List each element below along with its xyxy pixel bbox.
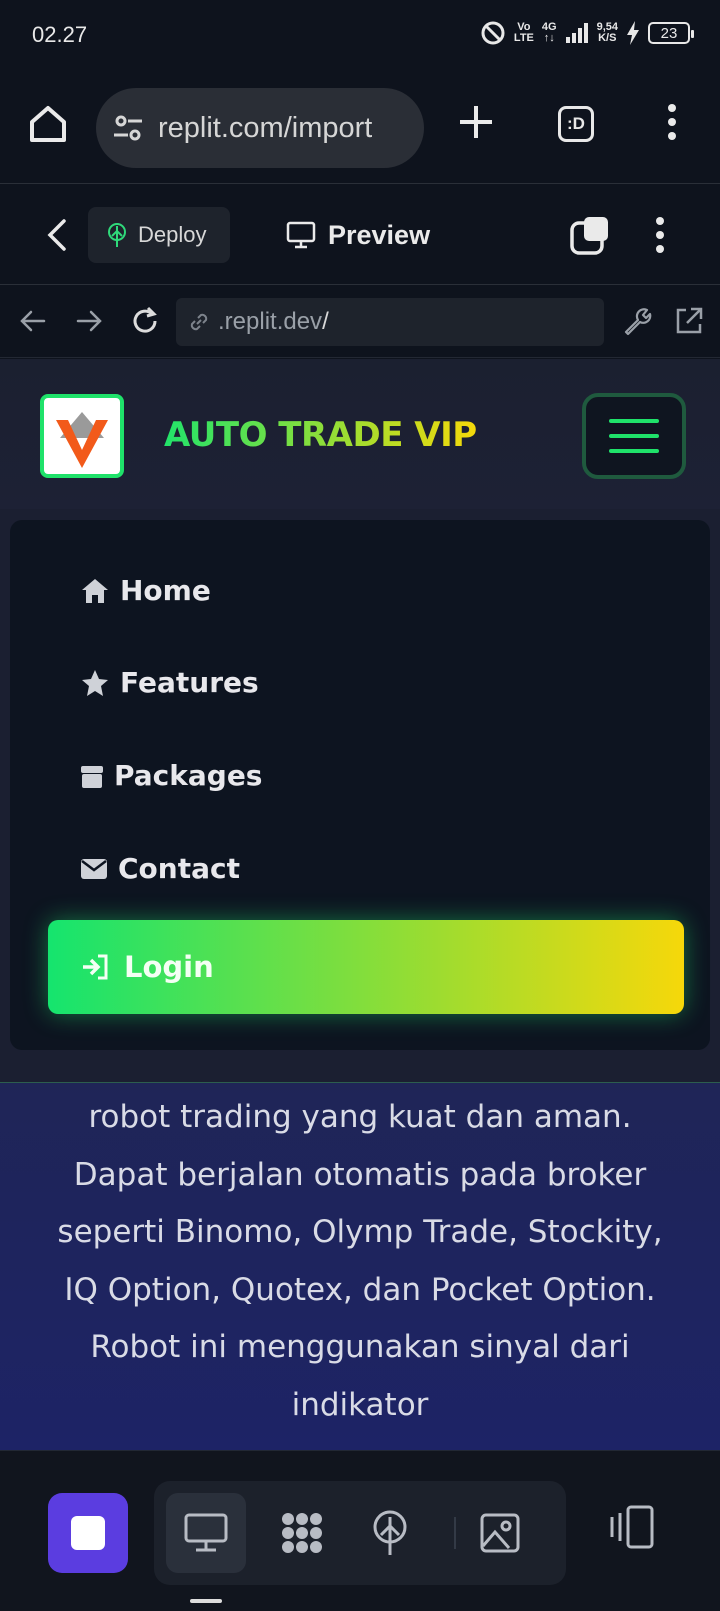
status-bar: 02.27 Vo LTE 4G ↑↓ 9,54 K/S 23 (0, 0, 720, 72)
network-speed: 9,54 K/S (596, 21, 618, 44)
login-label: Login (124, 950, 214, 984)
webview-address-field[interactable]: .replit.dev/ (176, 298, 604, 346)
home-icon[interactable] (26, 102, 70, 146)
volte-indicator: Vo LTE (513, 21, 534, 44)
battery-icon: 23 (648, 22, 694, 44)
hero-section: robot trading yang kuat dan aman. Dapat … (0, 1082, 720, 1450)
nav-item-features[interactable]: Features (80, 666, 259, 699)
chevron-left-icon[interactable] (42, 215, 72, 255)
tool-agent[interactable] (262, 1493, 342, 1573)
browser-toolbar: replit.com/import :D (0, 72, 720, 184)
tool-separator (454, 1517, 456, 1549)
arrow-left-icon[interactable] (16, 304, 50, 338)
preview-label: Preview (328, 219, 431, 250)
envelope-icon (81, 858, 107, 879)
signal-icon (565, 23, 588, 43)
wrench-icon[interactable] (620, 304, 654, 338)
new-window-icon[interactable] (570, 215, 610, 255)
site-settings-icon[interactable] (112, 112, 144, 144)
status-time: 02.27 (32, 22, 88, 47)
nav-label-packages: Packages (114, 759, 263, 792)
sign-in-icon (83, 954, 108, 980)
star-icon (82, 669, 108, 696)
site-header: AUTO TRADE VIP (0, 359, 720, 509)
mobile-nav-menu: Home Features Packages Contact Login (10, 520, 710, 1050)
status-icons: Vo LTE 4G ↑↓ 9,54 K/S 23 (480, 20, 694, 46)
nav-label-features: Features (120, 666, 259, 699)
stop-icon (71, 1516, 105, 1550)
login-button[interactable]: Login (48, 920, 684, 1014)
nav-item-contact[interactable]: Contact (80, 852, 240, 885)
stop-button[interactable] (48, 1493, 128, 1573)
site-logo[interactable] (40, 394, 124, 478)
monitor-icon (184, 1513, 228, 1552)
nav-label-contact: Contact (118, 852, 240, 885)
tool-images[interactable] (460, 1493, 540, 1573)
replit-toolbar: Deploy Preview (0, 185, 720, 285)
nav-item-packages[interactable]: Packages (80, 759, 262, 792)
replit-more-icon[interactable] (650, 213, 670, 257)
charging-icon (627, 21, 639, 45)
image-icon (480, 1513, 520, 1553)
arrow-right-icon[interactable] (72, 304, 106, 338)
webview-address-text: .replit.dev/ (218, 308, 329, 335)
replit-bottom-bar (0, 1450, 720, 1611)
tool-preview[interactable] (166, 1493, 246, 1573)
nav-item-home[interactable]: Home (80, 574, 211, 607)
url-bar[interactable]: replit.com/import (96, 88, 424, 168)
reload-icon[interactable] (128, 304, 162, 338)
tab-switcher-button[interactable]: :D (558, 106, 594, 142)
network-type: 4G ↑↓ (541, 21, 557, 44)
gesture-bar (190, 1599, 222, 1603)
deploy-icon (108, 223, 126, 247)
new-tab-icon[interactable] (456, 102, 496, 142)
logo-mark-icon (56, 412, 108, 468)
brand-title[interactable]: AUTO TRADE VIP (164, 415, 477, 455)
url-text: replit.com/import (158, 111, 373, 144)
tool-switcher (154, 1481, 566, 1585)
deploy-button[interactable]: Deploy (88, 207, 230, 263)
monitor-icon (286, 221, 316, 249)
box-icon (81, 765, 103, 788)
home-icon (82, 578, 108, 603)
agent-icon (282, 1513, 322, 1553)
webview-navigation: .replit.dev/ (0, 286, 720, 358)
deploy-icon (373, 1510, 407, 1555)
battery-level: 23 (660, 24, 678, 42)
hamburger-menu-button[interactable] (582, 393, 686, 479)
link-icon (190, 313, 208, 331)
do-not-disturb-icon (481, 21, 505, 45)
website-viewport: AUTO TRADE VIP Home Features Packages Co… (0, 359, 720, 1450)
tool-deployments[interactable] (350, 1493, 430, 1573)
nav-label-home: Home (120, 574, 211, 607)
open-external-icon[interactable] (672, 304, 706, 338)
tab-preview[interactable]: Preview (286, 207, 430, 263)
hero-description: robot trading yang kuat dan aman. Dapat … (57, 1099, 663, 1423)
more-options-icon[interactable] (660, 100, 684, 144)
deploy-label: Deploy (138, 222, 207, 247)
layout-switch-icon[interactable] (606, 1503, 658, 1559)
tab-switcher-label: :D (567, 114, 585, 133)
